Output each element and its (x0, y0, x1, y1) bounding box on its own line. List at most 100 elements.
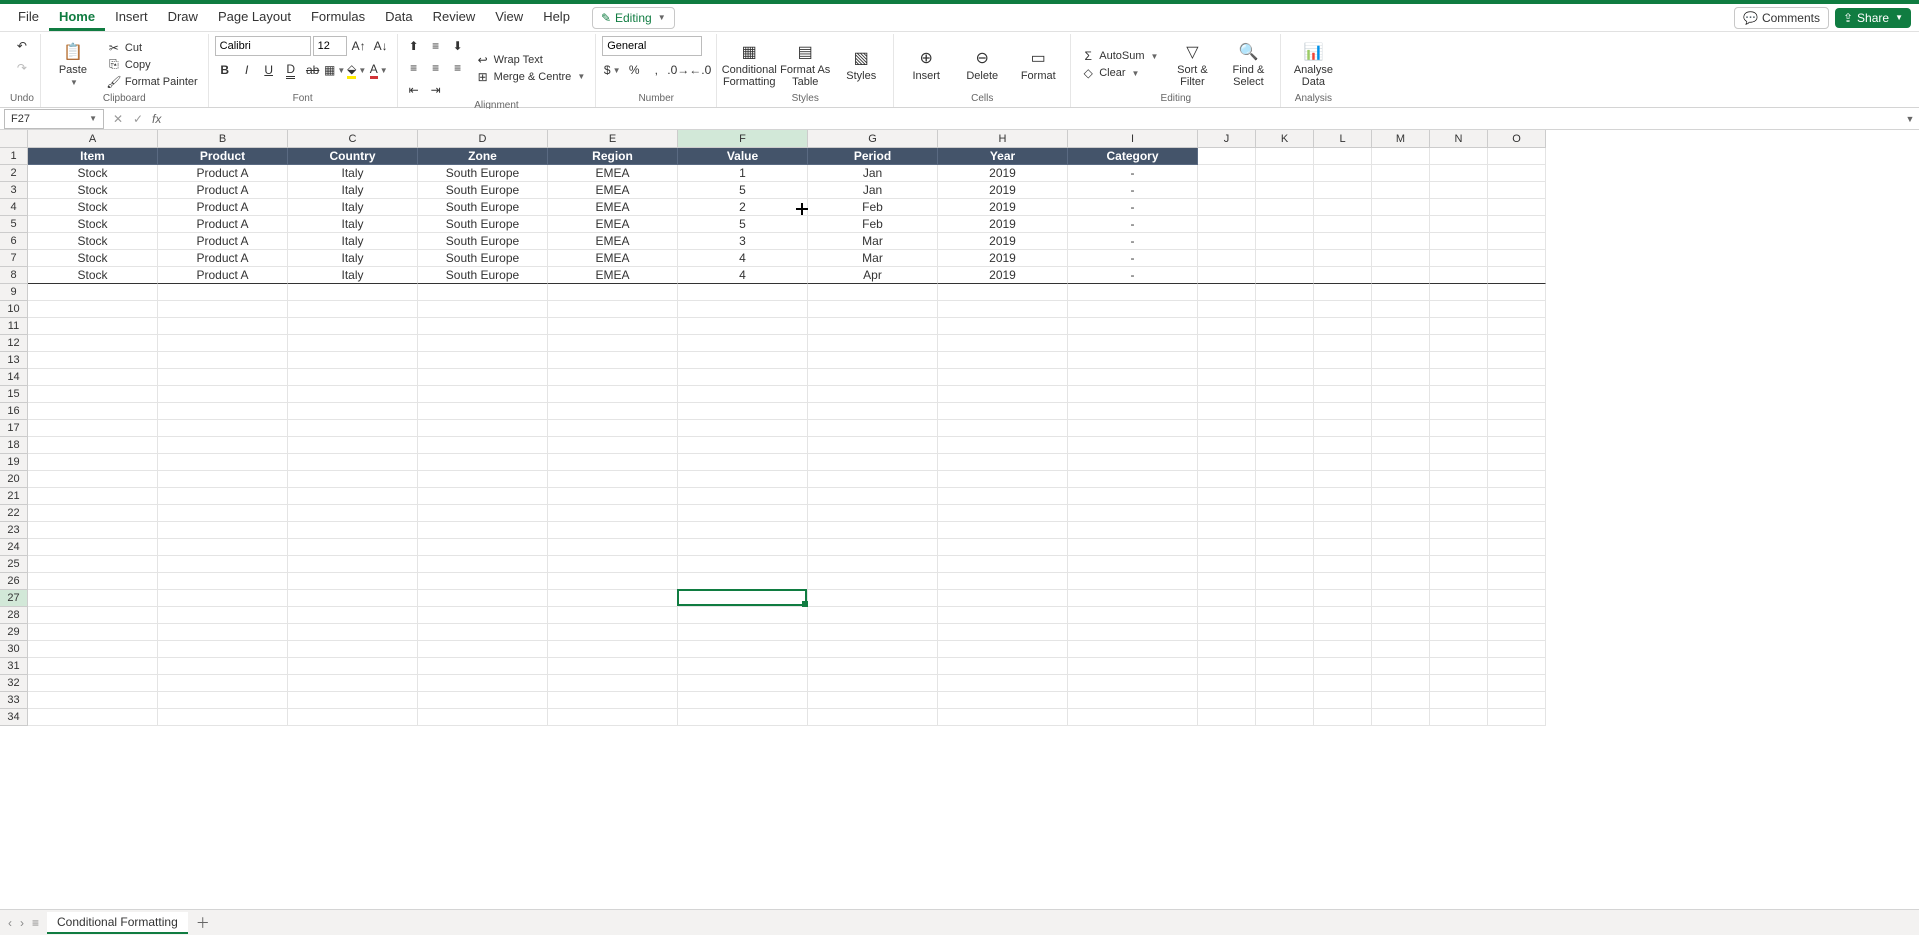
cell-D28[interactable] (418, 607, 548, 624)
cell-O22[interactable] (1488, 505, 1546, 522)
cell-O25[interactable] (1488, 556, 1546, 573)
spreadsheet-grid[interactable]: ABCDEFGHIJKLMNO 123456789101112131415161… (0, 130, 1919, 909)
cell-D33[interactable] (418, 692, 548, 709)
cell-L5[interactable] (1314, 216, 1372, 233)
cell-B16[interactable] (158, 403, 288, 420)
column-header-I[interactable]: I (1068, 130, 1198, 148)
cell-N33[interactable] (1430, 692, 1488, 709)
cell-F11[interactable] (678, 318, 808, 335)
cell-N30[interactable] (1430, 641, 1488, 658)
cell-A26[interactable] (28, 573, 158, 590)
cell-E4[interactable]: EMEA (548, 199, 678, 216)
cell-B11[interactable] (158, 318, 288, 335)
cell-H28[interactable] (938, 607, 1068, 624)
cell-A5[interactable]: Stock (28, 216, 158, 233)
cell-H15[interactable] (938, 386, 1068, 403)
column-header-F[interactable]: F (678, 130, 808, 148)
sheet-nav-next[interactable]: › (20, 916, 24, 930)
cell-J19[interactable] (1198, 454, 1256, 471)
cell-L24[interactable] (1314, 539, 1372, 556)
row-header-29[interactable]: 29 (0, 624, 28, 641)
cell-B31[interactable] (158, 658, 288, 675)
column-header-C[interactable]: C (288, 130, 418, 148)
cell-I13[interactable] (1068, 352, 1198, 369)
cell-I31[interactable] (1068, 658, 1198, 675)
cell-I25[interactable] (1068, 556, 1198, 573)
column-header-H[interactable]: H (938, 130, 1068, 148)
cell-K14[interactable] (1256, 369, 1314, 386)
cell-A18[interactable] (28, 437, 158, 454)
cell-E28[interactable] (548, 607, 678, 624)
cell-N26[interactable] (1430, 573, 1488, 590)
share-button[interactable]: ⇪ Share ▼ (1835, 8, 1911, 28)
row-header-34[interactable]: 34 (0, 709, 28, 726)
row-header-6[interactable]: 6 (0, 233, 28, 250)
sheet-tab-active[interactable]: Conditional Formatting (47, 912, 188, 934)
cell-L25[interactable] (1314, 556, 1372, 573)
cell-O6[interactable] (1488, 233, 1546, 250)
cell-N20[interactable] (1430, 471, 1488, 488)
cell-N12[interactable] (1430, 335, 1488, 352)
cell-C18[interactable] (288, 437, 418, 454)
cell-F20[interactable] (678, 471, 808, 488)
cell-B33[interactable] (158, 692, 288, 709)
cell-B17[interactable] (158, 420, 288, 437)
cell-M9[interactable] (1372, 284, 1430, 301)
cell-J33[interactable] (1198, 692, 1256, 709)
cell-C20[interactable] (288, 471, 418, 488)
cell-M30[interactable] (1372, 641, 1430, 658)
cell-B8[interactable]: Product A (158, 267, 288, 284)
cell-A33[interactable] (28, 692, 158, 709)
cell-E3[interactable]: EMEA (548, 182, 678, 199)
cell-D34[interactable] (418, 709, 548, 726)
row-header-33[interactable]: 33 (0, 692, 28, 709)
cell-E33[interactable] (548, 692, 678, 709)
cell-O2[interactable] (1488, 165, 1546, 182)
cell-G9[interactable] (808, 284, 938, 301)
cell-O10[interactable] (1488, 301, 1546, 318)
cell-E29[interactable] (548, 624, 678, 641)
autosum-button[interactable]: ΣAutoSum▼ (1077, 48, 1162, 64)
cell-J7[interactable] (1198, 250, 1256, 267)
strikethrough-button[interactable]: ab (303, 60, 323, 80)
cell-K1[interactable] (1256, 148, 1314, 165)
cell-I20[interactable] (1068, 471, 1198, 488)
cell-D3[interactable]: South Europe (418, 182, 548, 199)
cell-H14[interactable] (938, 369, 1068, 386)
cell-G34[interactable] (808, 709, 938, 726)
cell-I7[interactable]: - (1068, 250, 1198, 267)
cell-A8[interactable]: Stock (28, 267, 158, 284)
delete-cells-button[interactable]: ⊖Delete (956, 37, 1008, 93)
cell-C26[interactable] (288, 573, 418, 590)
cell-A13[interactable] (28, 352, 158, 369)
cell-E5[interactable]: EMEA (548, 216, 678, 233)
cell-A27[interactable] (28, 590, 158, 607)
cell-F28[interactable] (678, 607, 808, 624)
cell-A32[interactable] (28, 675, 158, 692)
row-header-5[interactable]: 5 (0, 216, 28, 233)
menu-tab-help[interactable]: Help (533, 5, 580, 31)
cell-A30[interactable] (28, 641, 158, 658)
cell-O24[interactable] (1488, 539, 1546, 556)
cell-L4[interactable] (1314, 199, 1372, 216)
cell-J21[interactable] (1198, 488, 1256, 505)
row-header-31[interactable]: 31 (0, 658, 28, 675)
undo-button[interactable]: ↶ (12, 36, 32, 56)
cell-J32[interactable] (1198, 675, 1256, 692)
cell-H8[interactable]: 2019 (938, 267, 1068, 284)
cell-F34[interactable] (678, 709, 808, 726)
cell-K29[interactable] (1256, 624, 1314, 641)
cell-B3[interactable]: Product A (158, 182, 288, 199)
cell-H29[interactable] (938, 624, 1068, 641)
sort-filter-button[interactable]: ▽Sort & Filter (1166, 37, 1218, 93)
cell-I26[interactable] (1068, 573, 1198, 590)
cell-E11[interactable] (548, 318, 678, 335)
cell-O30[interactable] (1488, 641, 1546, 658)
cell-M10[interactable] (1372, 301, 1430, 318)
cell-L30[interactable] (1314, 641, 1372, 658)
cell-B12[interactable] (158, 335, 288, 352)
cell-F10[interactable] (678, 301, 808, 318)
cell-L28[interactable] (1314, 607, 1372, 624)
cell-K34[interactable] (1256, 709, 1314, 726)
cell-D2[interactable]: South Europe (418, 165, 548, 182)
